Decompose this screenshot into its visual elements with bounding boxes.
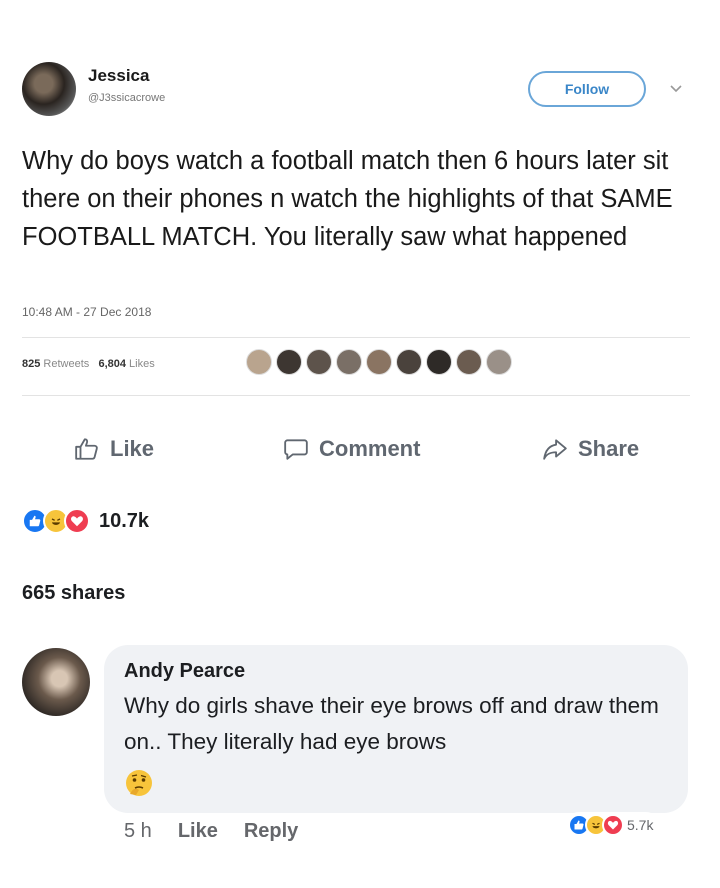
- liker-avatar[interactable]: [336, 349, 362, 375]
- love-reaction-icon: [64, 508, 90, 534]
- liker-avatar[interactable]: [396, 349, 422, 375]
- thumbs-up-icon: [75, 438, 98, 460]
- love-reaction-icon: [602, 814, 624, 836]
- like-action-button[interactable]: Like: [74, 436, 154, 462]
- liker-avatar[interactable]: [306, 349, 332, 375]
- tweet-stats: 825 Retweets 6,804 Likes: [22, 358, 155, 370]
- tweet-author-avatar[interactable]: [22, 62, 76, 116]
- like-action-label: Like: [110, 436, 155, 461]
- comment-action-button[interactable]: Comment: [283, 436, 420, 462]
- tweet-divider-bottom: [22, 395, 690, 396]
- commenter-name[interactable]: Andy Pearce: [124, 660, 245, 683]
- liker-avatar[interactable]: [276, 349, 302, 375]
- liker-avatar[interactable]: [456, 349, 482, 375]
- tweet-text: Why do boys watch a football match then …: [22, 147, 673, 251]
- comment-reactions[interactable]: 5.7k: [566, 812, 660, 838]
- chevron-down-icon[interactable]: [668, 80, 684, 96]
- retweet-label: Retweets: [43, 358, 90, 370]
- follow-button[interactable]: Follow: [528, 71, 646, 107]
- share-action-button[interactable]: Share: [542, 436, 639, 462]
- tweet-author-handle[interactable]: @J3ssicacrowe: [88, 92, 165, 104]
- tweet-divider-top: [22, 337, 690, 338]
- comment-meta: 5 h Like Reply: [124, 820, 298, 843]
- reaction-count: 10.7k: [99, 509, 150, 532]
- liker-avatar[interactable]: [366, 349, 392, 375]
- comment-reply-link[interactable]: Reply: [244, 820, 298, 843]
- share-action-label: Share: [578, 436, 640, 461]
- post-reactions[interactable]: 10.7k: [22, 508, 149, 534]
- share-count[interactable]: 665 shares: [22, 582, 125, 605]
- commenter-avatar[interactable]: [22, 648, 90, 716]
- retweet-count[interactable]: 825: [22, 358, 40, 370]
- share-arrow-icon: [543, 439, 567, 460]
- liker-avatar[interactable]: [426, 349, 452, 375]
- thinking-face-emoji-icon: [126, 770, 152, 796]
- comment-text: Why do girls shave their eye brows off a…: [124, 693, 659, 754]
- liker-avatar[interactable]: [246, 349, 272, 375]
- like-label: Likes: [129, 358, 155, 370]
- liker-avatar[interactable]: [486, 349, 512, 375]
- comment-time[interactable]: 5 h: [124, 820, 152, 843]
- speech-bubble-icon: [284, 439, 308, 460]
- like-count[interactable]: 6,804: [98, 358, 126, 370]
- tweet-timestamp: 10:48 AM - 27 Dec 2018: [22, 305, 152, 319]
- comment-like-link[interactable]: Like: [178, 820, 218, 843]
- comment-reaction-count: 5.7k: [627, 817, 654, 833]
- tweet-author-name[interactable]: Jessica: [88, 66, 149, 86]
- liker-avatars: [246, 349, 512, 375]
- comment-action-label: Comment: [319, 436, 421, 461]
